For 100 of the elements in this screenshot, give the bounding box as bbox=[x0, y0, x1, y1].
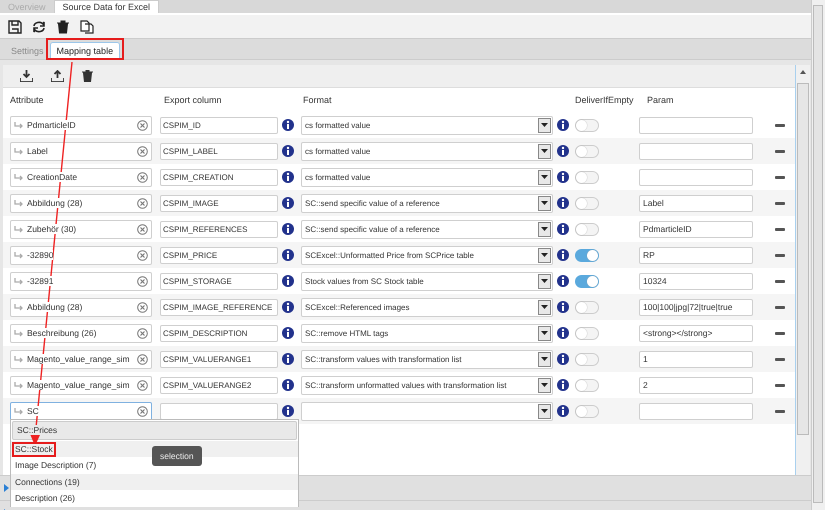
toggle-switch[interactable] bbox=[575, 352, 599, 366]
clear-icon[interactable] bbox=[137, 302, 148, 312]
attribute-field[interactable]: Beschreibung (26) bbox=[10, 324, 152, 342]
dropdown-button[interactable] bbox=[538, 144, 551, 158]
param-field[interactable] bbox=[639, 402, 753, 420]
dropdown-button[interactable] bbox=[538, 170, 551, 184]
attribute-field[interactable]: CreationDate bbox=[10, 168, 152, 186]
export-column-field[interactable]: CSPIM_IMAGE_REFERENCE bbox=[160, 298, 278, 316]
attribute-field[interactable]: PdmarticleID bbox=[10, 116, 152, 134]
suggestion-item[interactable]: Connections (19) bbox=[11, 474, 298, 490]
refresh-icon[interactable] bbox=[32, 20, 46, 34]
export-column-field[interactable]: CSPIM_ID bbox=[160, 116, 278, 134]
info-icon[interactable] bbox=[282, 353, 294, 365]
toggle-switch[interactable] bbox=[575, 300, 599, 314]
dropdown-button[interactable] bbox=[538, 222, 551, 236]
suggestion-item[interactable]: SC::Prices bbox=[12, 421, 297, 440]
dropdown-button[interactable] bbox=[538, 248, 551, 262]
export-column-field[interactable]: CSPIM_VALUERANGE2 bbox=[160, 376, 278, 394]
attribute-field[interactable]: Zubehör (30) bbox=[10, 220, 152, 238]
export-column-field[interactable]: CSPIM_VALUERANGE1 bbox=[160, 350, 278, 368]
info-icon[interactable] bbox=[282, 119, 294, 131]
param-field[interactable]: 10324 bbox=[639, 272, 753, 290]
remove-row-button[interactable] bbox=[775, 228, 785, 230]
toggle-switch[interactable] bbox=[575, 404, 599, 418]
info-icon[interactable] bbox=[282, 379, 294, 391]
remove-row-button[interactable] bbox=[775, 410, 785, 412]
remove-row-button[interactable] bbox=[775, 280, 785, 282]
sub-tab[interactable]: Mapping table bbox=[50, 42, 120, 59]
toggle-switch[interactable] bbox=[575, 248, 599, 262]
format-select[interactable]: Stock values from SC Stock table bbox=[301, 272, 553, 290]
format-select[interactable]: SC::transform unformatted values with transformation list bbox=[301, 376, 553, 394]
clear-icon[interactable] bbox=[137, 380, 148, 390]
remove-row-button[interactable] bbox=[775, 176, 785, 178]
attribute-field[interactable]: Abbildung (28) bbox=[10, 298, 152, 316]
format-select[interactable]: SC::remove HTML tags bbox=[301, 324, 553, 342]
clear-icon[interactable] bbox=[137, 328, 148, 338]
clear-icon[interactable] bbox=[137, 172, 148, 182]
info-icon[interactable] bbox=[557, 119, 569, 131]
info-icon[interactable] bbox=[282, 249, 294, 261]
remove-row-button[interactable] bbox=[775, 150, 785, 152]
attribute-field[interactable]: Magento_value_range_sim bbox=[10, 350, 152, 368]
remove-row-button[interactable] bbox=[775, 306, 785, 308]
toggle-switch[interactable] bbox=[575, 196, 599, 210]
toggle-switch[interactable] bbox=[575, 144, 599, 158]
dropdown-button[interactable] bbox=[538, 300, 551, 314]
window-tab[interactable]: Source Data for Excel bbox=[54, 0, 160, 13]
toggle-switch[interactable] bbox=[575, 222, 599, 236]
remove-row-button[interactable] bbox=[775, 358, 785, 360]
export-column-field[interactable]: CSPIM_PRICE bbox=[160, 246, 278, 264]
clear-icon[interactable] bbox=[137, 354, 148, 364]
format-select[interactable]: cs formatted value bbox=[301, 142, 553, 160]
param-field[interactable] bbox=[639, 116, 753, 134]
param-field[interactable]: <strong></strong> bbox=[639, 324, 753, 342]
remove-row-button[interactable] bbox=[775, 384, 785, 386]
dropdown-button[interactable] bbox=[538, 196, 551, 210]
param-field[interactable]: 2 bbox=[639, 376, 753, 394]
info-icon[interactable] bbox=[557, 275, 569, 287]
info-icon[interactable] bbox=[557, 223, 569, 235]
expand-triangle-icon[interactable] bbox=[4, 484, 9, 492]
delete-icon[interactable] bbox=[82, 70, 93, 82]
clear-icon[interactable] bbox=[137, 406, 148, 416]
suggestion-item[interactable]: Description (26) bbox=[11, 490, 298, 506]
remove-row-button[interactable] bbox=[775, 332, 785, 334]
info-icon[interactable] bbox=[282, 197, 294, 209]
dropdown-button[interactable] bbox=[538, 404, 551, 418]
toggle-switch[interactable] bbox=[575, 118, 599, 132]
scroll-thumb[interactable] bbox=[813, 5, 823, 503]
param-field[interactable]: RP bbox=[639, 246, 753, 264]
toggle-switch[interactable] bbox=[575, 274, 599, 288]
export-column-field[interactable]: CSPIM_IMAGE bbox=[160, 194, 278, 212]
dropdown-button[interactable] bbox=[538, 378, 551, 392]
param-field[interactable] bbox=[639, 142, 753, 160]
toggle-switch[interactable] bbox=[575, 170, 599, 184]
export-column-field[interactable]: CSPIM_CREATION bbox=[160, 168, 278, 186]
info-icon[interactable] bbox=[557, 405, 569, 417]
info-icon[interactable] bbox=[557, 145, 569, 157]
format-select[interactable]: SC::transform values with transformation list bbox=[301, 350, 553, 368]
param-field[interactable]: Label bbox=[639, 194, 753, 212]
format-select[interactable]: SCExcel::Unformatted Price from SCPrice table bbox=[301, 246, 553, 264]
attribute-field[interactable]: SC bbox=[10, 402, 152, 420]
param-field[interactable]: 100|100|jpg|72|true|true bbox=[639, 298, 753, 316]
info-icon[interactable] bbox=[557, 197, 569, 209]
scrollbar[interactable] bbox=[811, 0, 825, 510]
format-select[interactable]: SCExcel::Referenced images bbox=[301, 298, 553, 316]
attribute-field[interactable]: Abbildung (28) bbox=[10, 194, 152, 212]
export-column-field[interactable]: CSPIM_LABEL bbox=[160, 142, 278, 160]
toggle-switch[interactable] bbox=[575, 326, 599, 340]
scroll-up-icon[interactable] bbox=[800, 70, 806, 74]
info-icon[interactable] bbox=[557, 301, 569, 313]
dropdown-button[interactable] bbox=[538, 352, 551, 366]
attribute-field[interactable]: Label bbox=[10, 142, 152, 160]
info-icon[interactable] bbox=[282, 223, 294, 235]
info-icon[interactable] bbox=[557, 379, 569, 391]
download-icon[interactable] bbox=[20, 70, 33, 82]
attribute-field[interactable]: -32891 bbox=[10, 272, 152, 290]
export-column-field[interactable]: CSPIM_STORAGE bbox=[160, 272, 278, 290]
param-field[interactable]: PdmarticleID bbox=[639, 220, 753, 238]
param-field[interactable] bbox=[639, 168, 753, 186]
format-select[interactable]: SC::send specific value of a reference bbox=[301, 220, 553, 238]
remove-row-button[interactable] bbox=[775, 202, 785, 204]
